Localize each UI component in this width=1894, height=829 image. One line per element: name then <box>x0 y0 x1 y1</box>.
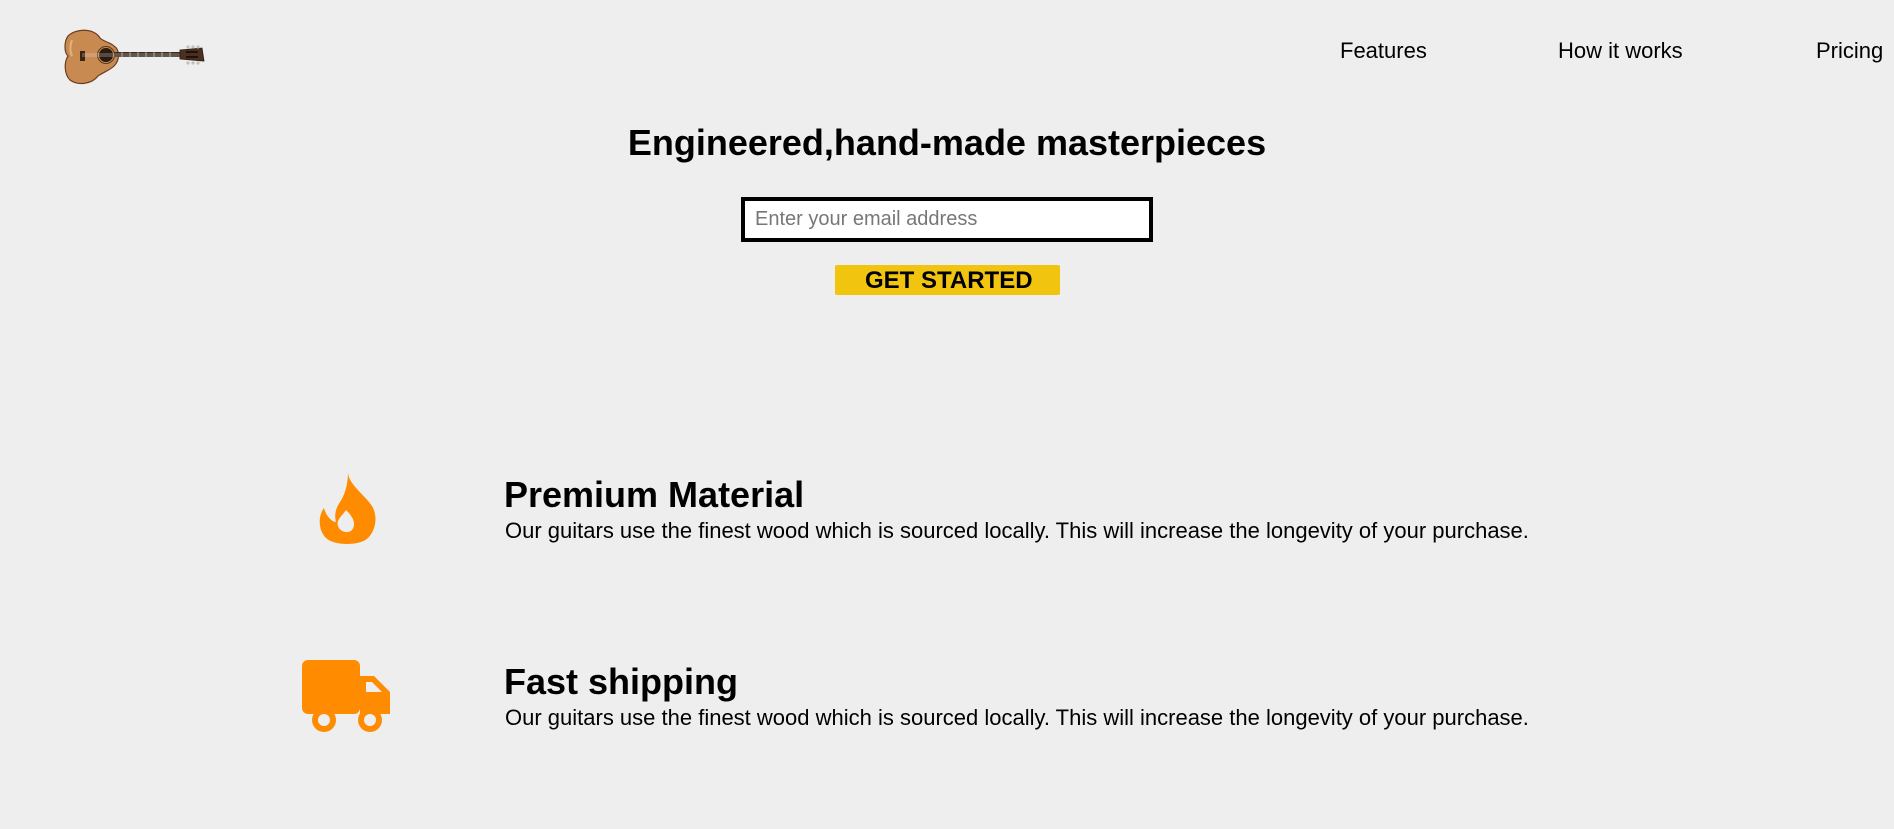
feature-title-premium-material: Premium Material <box>504 474 805 515</box>
truck-icon <box>302 660 390 732</box>
get-started-button[interactable]: GET STARTED <box>835 265 1060 295</box>
email-input[interactable] <box>741 197 1153 242</box>
guitar-icon[interactable] <box>62 26 208 88</box>
feature-description: Our guitars use the finest wood which is… <box>505 518 1529 543</box>
hero-title: Engineered,hand-made masterpieces <box>0 122 1894 164</box>
nav-link-pricing[interactable]: Pricing <box>1816 38 1883 64</box>
feature-description: Our guitars use the finest wood which is… <box>505 705 1529 730</box>
hero-title-text: Engineered,hand-made masterpieces <box>627 122 1267 163</box>
landing-page: Features How it works Pricing Engineered… <box>0 0 1894 829</box>
fire-icon <box>319 472 376 544</box>
nav-link-features[interactable]: Features <box>1340 38 1427 64</box>
nav-link-how-it-works[interactable]: How it works <box>1558 38 1683 64</box>
feature-title-fast-shipping: Fast shipping <box>504 661 738 702</box>
